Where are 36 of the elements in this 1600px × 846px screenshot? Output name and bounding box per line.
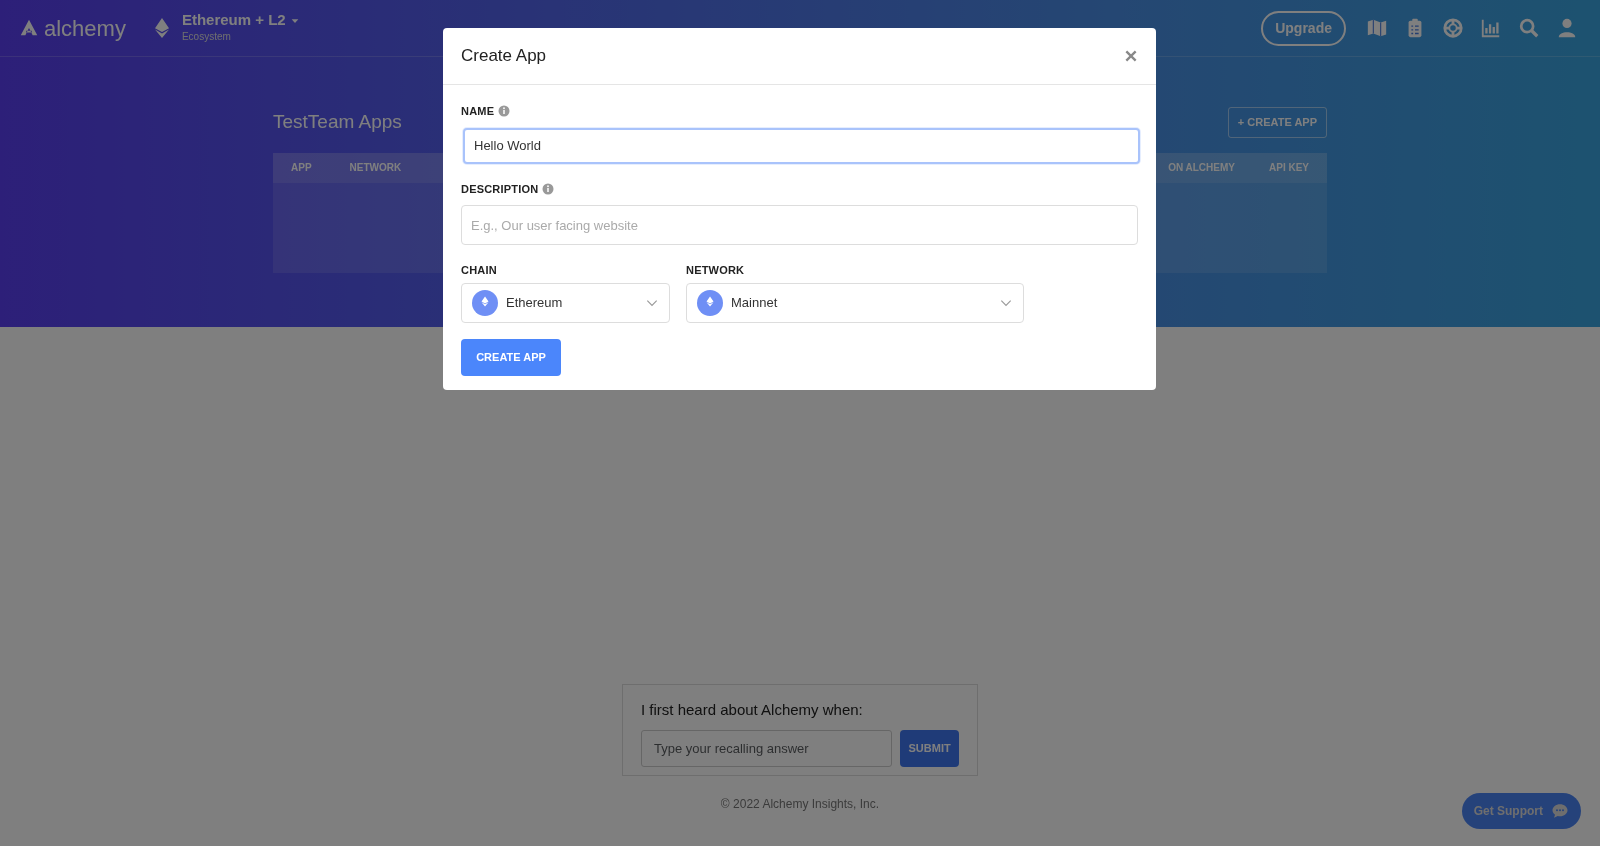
logo-text: alchemy (44, 14, 126, 43)
column-header: ON ALCHEMY (1168, 161, 1235, 175)
network-select[interactable]: Mainnet (686, 282, 1024, 323)
close-icon[interactable] (1124, 49, 1138, 63)
field-label: CHAIN (461, 263, 498, 278)
page-title: TestTeam Apps (273, 110, 402, 134)
column-header: APP (291, 161, 312, 175)
lifebuoy-icon[interactable] (1442, 17, 1464, 39)
field-label: NETWORK (686, 263, 746, 278)
copyright-text: © 2022 Alchemy Insights, Inc. (719, 796, 881, 813)
survey-question: I first heard about Alchemy when: (641, 700, 864, 720)
ethereum-icon (697, 289, 723, 316)
search-icon[interactable] (1518, 17, 1540, 39)
upgrade-button[interactable]: Upgrade (1261, 10, 1346, 46)
column-header: API KEY (1269, 161, 1309, 175)
get-support-button[interactable]: Get Support (1461, 793, 1581, 829)
field-label: DESCRIPTION (461, 181, 539, 197)
create-app-submit-button[interactable]: CREATE APP (461, 338, 561, 376)
select-value: Ethereum (506, 293, 563, 312)
description-input[interactable]: E.g., Our user facing website (461, 205, 1138, 245)
answer-input[interactable]: Type your recalling answer (641, 729, 893, 767)
create-app-button[interactable]: + CREATE APP (1227, 107, 1327, 138)
modal-title: Create App (461, 45, 547, 68)
bar-chart-icon[interactable] (1480, 17, 1502, 39)
chain-select[interactable]: Ethereum (461, 282, 670, 323)
submit-button[interactable]: SUBMIT (900, 729, 959, 767)
chat-bubble-icon (1551, 802, 1569, 820)
name-input[interactable]: Hello World (463, 127, 1140, 164)
ethereum-icon (472, 289, 498, 316)
map-icon[interactable] (1366, 17, 1388, 39)
ecosystem-selector[interactable]: Ethereum + L2 (181, 12, 286, 29)
column-header: NETWORK (349, 161, 402, 175)
ecosystem-subtitle: Ecosystem (181, 29, 232, 44)
user-icon[interactable] (1556, 17, 1578, 39)
select-value: Mainnet (731, 293, 778, 312)
field-label: NAME (461, 104, 495, 119)
